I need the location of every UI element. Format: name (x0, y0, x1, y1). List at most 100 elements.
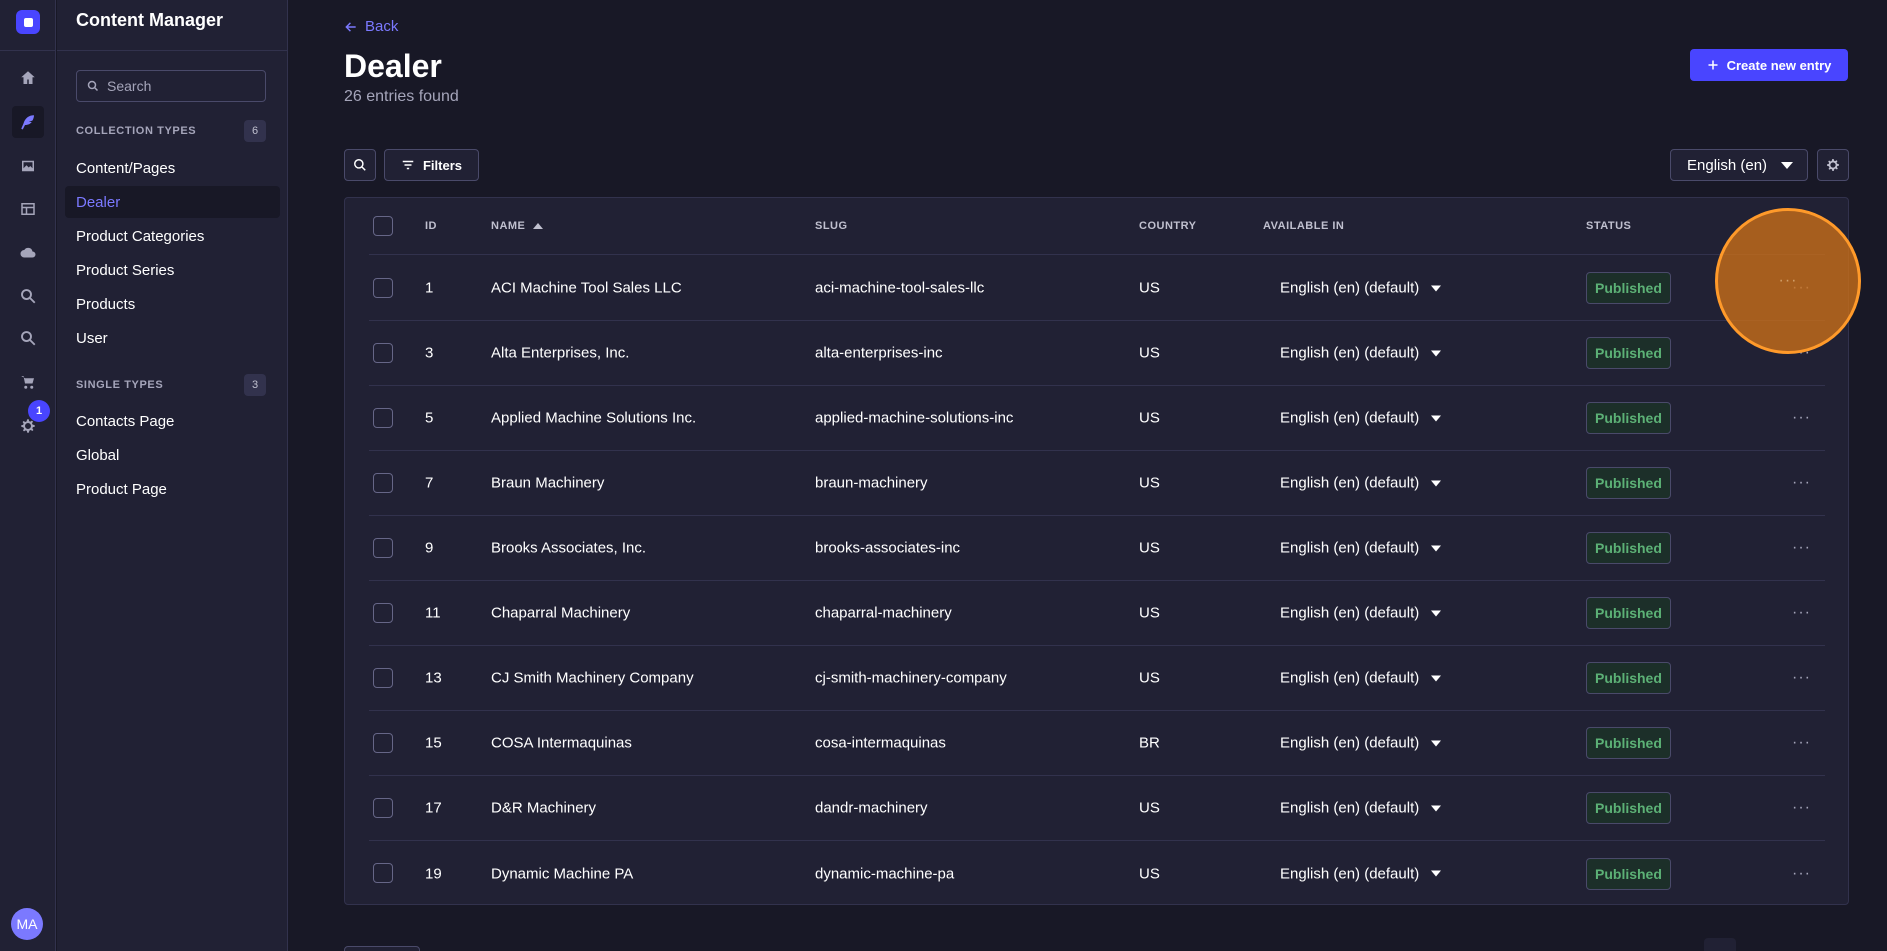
sidebar-item-user[interactable]: User (65, 322, 280, 354)
column-slug[interactable]: SLUG (815, 220, 848, 232)
layout-icon[interactable] (12, 193, 44, 225)
status-badge: Published (1586, 402, 1671, 434)
row-checkbox[interactable] (373, 733, 393, 753)
available-in-dropdown[interactable]: English (en) (default) (1280, 735, 1442, 752)
more-actions-icon[interactable]: ··· (1792, 669, 1811, 687)
list-settings-button[interactable] (1817, 149, 1849, 181)
search-icon[interactable] (12, 280, 44, 312)
cell-id: 7 (425, 474, 434, 492)
locale-select[interactable]: English (en) (1670, 149, 1808, 181)
cell-country: BR (1139, 734, 1160, 752)
avatar[interactable]: MA (11, 908, 43, 940)
chevron-down-icon (1431, 350, 1442, 356)
row-checkbox[interactable] (373, 863, 393, 883)
cell-available-in: English (en) (default) (1280, 604, 1420, 622)
row-checkbox[interactable] (373, 473, 393, 493)
available-in-dropdown[interactable]: English (en) (default) (1280, 800, 1442, 817)
collection-types-count: 6 (244, 120, 266, 142)
cell-country: US (1139, 474, 1160, 492)
chevron-down-icon (1431, 870, 1442, 877)
more-actions-icon[interactable]: ··· (1779, 272, 1798, 290)
row-checkbox[interactable] (373, 343, 393, 363)
available-in-dropdown[interactable]: English (en) (default) (1280, 604, 1442, 622)
table-row[interactable]: 13 CJ Smith Machinery Company cj-smith-mac… (369, 646, 1825, 711)
page-title: Dealer (344, 48, 442, 84)
row-checkbox[interactable] (373, 798, 393, 818)
cell-id: 9 (425, 539, 434, 557)
available-in-dropdown[interactable]: English (en) (default) (1280, 280, 1442, 297)
entries-table: ID NAME SLUG COUNTRY AVAILABLE IN STATUS… (344, 197, 1849, 905)
table-row[interactable]: 19 Dynamic Machine PA dynamic-machine-pa US… (369, 841, 1825, 906)
table-row[interactable]: 9 Brooks Associates, Inc. brooks-associate… (369, 516, 1825, 581)
more-actions-icon[interactable]: ··· (1792, 799, 1811, 817)
pagination-item[interactable] (1704, 938, 1736, 951)
sidebar-search-input[interactable] (107, 78, 257, 94)
app-logo[interactable] (16, 10, 40, 34)
images-icon[interactable] (12, 150, 44, 182)
table-row[interactable]: 15 COSA Intermaquinas cosa-intermaquinas BR… (369, 711, 1825, 776)
table-row[interactable]: 17 D&R Machinery dandr-machinery US English … (369, 776, 1825, 841)
feather-icon[interactable] (12, 106, 44, 138)
available-in-dropdown[interactable]: English (en) (default) (1280, 475, 1442, 492)
sidebar-item-product-page[interactable]: Product Page (65, 473, 280, 505)
cart-icon[interactable] (12, 366, 44, 398)
table-row[interactable]: 1 ACI Machine Tool Sales LLC aci-machine-t… (369, 256, 1825, 321)
sidebar-item-content-pages[interactable]: Content/Pages (65, 152, 280, 184)
cell-id: 15 (425, 734, 442, 752)
row-checkbox[interactable] (373, 408, 393, 428)
available-in-dropdown[interactable]: English (en) (default) (1280, 540, 1442, 557)
available-in-dropdown[interactable]: English (en) (default) (1280, 345, 1442, 362)
rail-divider (0, 50, 56, 51)
column-available-in[interactable]: AVAILABLE IN (1263, 220, 1344, 232)
sidebar-item-contacts-page[interactable]: Contacts Page (65, 405, 280, 437)
more-actions-icon[interactable]: ··· (1792, 865, 1811, 883)
available-in-dropdown[interactable]: English (en) (default) (1280, 865, 1442, 882)
create-new-entry-button[interactable]: Create new entry (1690, 49, 1848, 81)
cell-country: US (1139, 669, 1160, 687)
row-checkbox[interactable] (373, 668, 393, 688)
more-actions-icon[interactable]: ··· (1792, 539, 1811, 557)
column-id[interactable]: ID (425, 220, 437, 232)
select-all-checkbox[interactable] (373, 216, 393, 236)
table-row[interactable]: 7 Braun Machinery braun-machinery US English… (369, 451, 1825, 516)
table-row[interactable]: 3 Alta Enterprises, Inc. alta-enterprises-… (369, 321, 1825, 386)
table-row[interactable]: 11 Chaparral Machinery chaparral-machinery… (369, 581, 1825, 646)
sidebar-divider (57, 50, 288, 51)
column-status[interactable]: STATUS (1586, 220, 1631, 232)
single-types-header[interactable]: SINGLE TYPES 3 (76, 374, 266, 396)
status-badge: Published (1586, 662, 1671, 694)
row-checkbox[interactable] (373, 603, 393, 623)
back-link[interactable]: Back (344, 18, 398, 35)
more-actions-icon[interactable]: ··· (1792, 734, 1811, 752)
sidebar-search[interactable] (76, 70, 266, 102)
more-actions-icon[interactable]: ··· (1792, 604, 1811, 622)
status-badge: Published (1586, 792, 1671, 824)
sidebar-item-products[interactable]: Products (65, 288, 280, 320)
column-name[interactable]: NAME (491, 220, 544, 232)
row-checkbox[interactable] (373, 538, 393, 558)
more-actions-icon[interactable]: ··· (1792, 409, 1811, 427)
cell-id: 17 (425, 799, 442, 817)
search-icon[interactable] (12, 322, 44, 354)
cell-id: 5 (425, 409, 434, 427)
sidebar-item-dealer[interactable]: Dealer (65, 186, 280, 218)
page-size-select[interactable] (344, 946, 420, 951)
row-checkbox[interactable] (373, 278, 393, 298)
filters-button[interactable]: Filters (384, 149, 479, 181)
cell-available-in: English (en) (default) (1280, 865, 1420, 882)
more-actions-icon[interactable]: ··· (1792, 474, 1811, 492)
cloud-icon[interactable] (12, 237, 44, 269)
sidebar-item-global[interactable]: Global (65, 439, 280, 471)
content-manager-sidebar: Content Manager COLLECTION TYPES 6 Conte… (57, 0, 288, 951)
available-in-dropdown[interactable]: English (en) (default) (1280, 670, 1442, 687)
sidebar-item-product-series[interactable]: Product Series (65, 254, 280, 286)
sidebar-item-product-categories[interactable]: Product Categories (65, 220, 280, 252)
available-in-dropdown[interactable]: English (en) (default) (1280, 410, 1442, 427)
entries-count: 26 entries found (344, 88, 459, 105)
collection-types-header[interactable]: COLLECTION TYPES 6 (76, 120, 266, 142)
column-country[interactable]: COUNTRY (1139, 220, 1196, 232)
table-search-button[interactable] (344, 149, 376, 181)
home-icon[interactable] (12, 62, 44, 94)
table-row[interactable]: 5 Applied Machine Solutions Inc. applied-m… (369, 386, 1825, 451)
back-label: Back (365, 18, 399, 35)
